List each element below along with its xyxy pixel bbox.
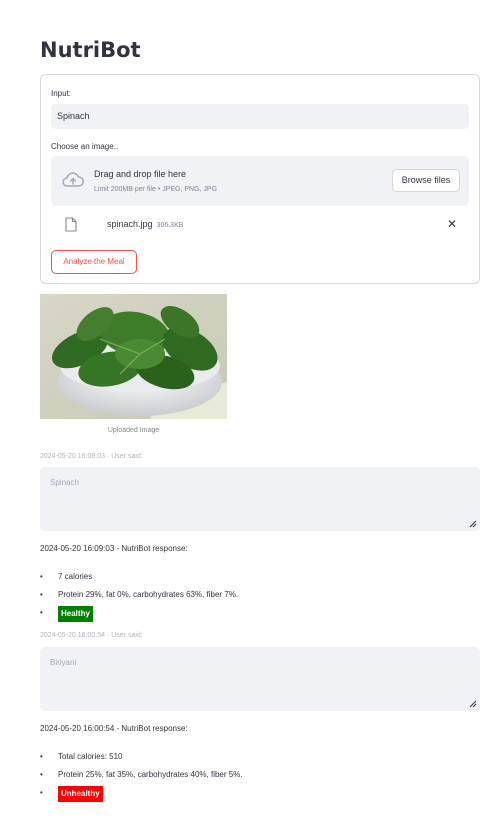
bot-response-meta: 2024-05-20 16:09:03 - NutriBot response: (40, 544, 188, 553)
list-item: 7 calories (40, 570, 238, 588)
user-message-text: Biriyani (50, 658, 77, 667)
meal-form: Input: Spinach Choose an image.. Drag an… (40, 74, 480, 284)
dropzone-instructions: Drag and drop file here (94, 169, 187, 179)
input-label: Input: (51, 89, 72, 98)
user-message-text: Spinach (50, 478, 79, 487)
dropzone-limits: Limit 200MB per file • JPEG, PNG, JPG (94, 186, 218, 193)
user-message-meta: 2024-05-20 16:00:54 · User said: (40, 632, 143, 639)
list-item: Protein 29%, fat 0%, carbohydrates 63%, … (40, 588, 238, 606)
file-icon (65, 217, 77, 232)
user-message-meta: 2024-05-20 16:09:03 · User said: (40, 453, 143, 460)
meal-text-input[interactable]: Spinach (51, 104, 469, 129)
file-name: spinach.jpg (107, 219, 153, 229)
resize-handle-icon[interactable] (469, 520, 477, 528)
list-item: Protein 25%, fat 35%, carbohydrates 40%,… (40, 768, 243, 786)
app-title: NutriBot (40, 38, 141, 62)
list-item: Healthy (40, 606, 238, 624)
file-size: 306.3KB (156, 222, 184, 229)
unhealthy-badge: Unhealthy (58, 786, 103, 802)
analyze-meal-button[interactable]: Analyze the Meal (51, 250, 137, 274)
uploader-label: Choose an image.. (51, 142, 119, 151)
cloud-upload-icon (62, 172, 84, 187)
bot-response-meta: 2024-05-20 16:00:54 - NutriBot response: (40, 724, 188, 733)
uploaded-meal-image (40, 294, 227, 419)
healthy-badge: Healthy (58, 606, 93, 622)
browse-files-button[interactable]: Browse files (392, 169, 460, 192)
close-icon[interactable]: ✕ (447, 217, 457, 231)
user-message-textarea[interactable]: Spinach (40, 467, 480, 531)
resize-handle-icon[interactable] (469, 700, 477, 708)
list-item: Total calories: 510 (40, 750, 243, 768)
image-caption: Uploaded Image (107, 427, 160, 434)
bot-response-list: 7 calories Protein 29%, fat 0%, carbohyd… (40, 570, 238, 624)
uploaded-file-row: spinach.jpg 306.3KB ✕ (51, 215, 469, 237)
user-message-textarea[interactable]: Biriyani (40, 647, 480, 711)
bot-response-list: Total calories: 510 Protein 25%, fat 35%… (40, 750, 243, 804)
file-dropzone[interactable]: Drag and drop file here Limit 200MB per … (51, 156, 469, 206)
list-item: Unhealthy (40, 786, 243, 804)
